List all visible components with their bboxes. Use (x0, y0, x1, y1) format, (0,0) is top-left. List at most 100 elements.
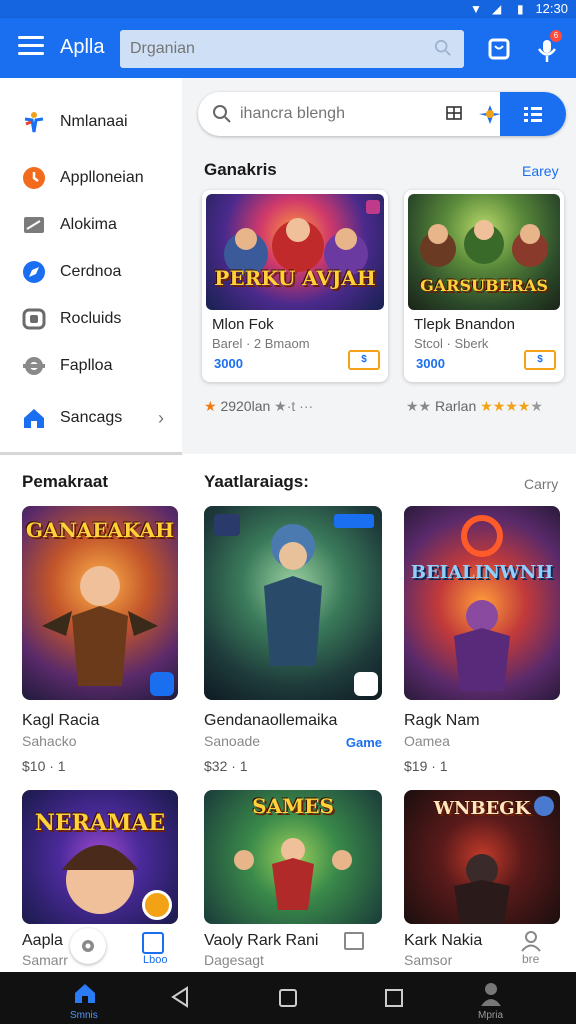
profile-icon[interactable] (480, 982, 502, 1006)
game-tile[interactable]: BEIALINWNH Ragk Nam Oamea $19 · 1 (404, 506, 560, 776)
share-corner-icon[interactable] (354, 672, 378, 696)
popular-left-title: Pemakraat (22, 472, 109, 491)
library-tab-label: Lboo (143, 954, 168, 966)
download-corner-icon[interactable] (150, 672, 174, 696)
recents-icon[interactable] (384, 988, 404, 1008)
featured-game-art-title: GARSUBERAS (420, 276, 548, 295)
user-icon[interactable] (520, 930, 542, 952)
drawer-item-label: Faplloa (60, 357, 113, 374)
featured-game-name: Tlepk Bnandon (414, 316, 515, 333)
clock-text: 12:30 (535, 1, 568, 16)
controller-icon[interactable] (478, 103, 502, 125)
price-tag-icon[interactable]: $ (348, 350, 380, 370)
fab-button[interactable] (70, 928, 106, 964)
clock-orange-icon (23, 167, 45, 189)
drawer-item-alokima[interactable]: Alokima (0, 203, 182, 249)
featured-card[interactable]: GARSUBERAS Tlepk Bnandon Stcol · Sberk 3… (404, 190, 564, 382)
top-search-input[interactable] (130, 36, 430, 62)
app-title: Aplla (60, 36, 105, 58)
featured-card[interactable]: PERKU AVJAH Mlon Fok Barel · 2 Bmaom 300… (202, 190, 388, 382)
filter-button[interactable] (500, 92, 566, 136)
navigation-drawer: Nmlanaai Applloneian Alokima Cerdnoa Roc… (0, 78, 182, 454)
drawer-item-nmlanaai[interactable]: Nmlanaai (0, 100, 182, 146)
library-icon[interactable] (142, 932, 164, 954)
popular-section-title: Yaatlaraiags: (204, 472, 309, 491)
drawer-item-label: Applloneian (60, 169, 144, 186)
search-icon (213, 105, 231, 123)
featured-game-art: PERKU AVJAH (206, 194, 384, 310)
rating-count: 2920lan (220, 398, 271, 414)
list-icon[interactable] (344, 932, 364, 950)
game-name: Vaoly Rark Rani (204, 932, 319, 949)
people-icon: ★★ (406, 398, 432, 414)
game-name: Kagl Racia (22, 712, 100, 729)
drawer-item-rocluids[interactable]: Rocluids (0, 297, 182, 343)
game-art (204, 506, 382, 700)
game-art-title: NERAMAE (34, 810, 166, 836)
grid-view-icon[interactable] (446, 106, 462, 120)
signal-icon: ◢ (492, 2, 502, 16)
home-nav-label: Smnis (70, 1010, 98, 1021)
game-developer: Sahacko (22, 733, 77, 749)
game-name: Ragk Nam (404, 712, 480, 729)
drawer-item-sancags[interactable]: Sancags › (0, 396, 182, 442)
game-price: $32 · 1 (204, 758, 248, 774)
game-tile[interactable]: Gendanaollemaika Sanoade Game $32 · 1 (204, 506, 382, 776)
game-art-title: WNBEGK (433, 798, 531, 819)
menu-icon[interactable] (18, 36, 44, 58)
drawer-item-applloneian[interactable]: Applloneian (0, 156, 182, 202)
battery-icon: ▮ (517, 2, 524, 16)
game-name: Gendanaollemaika (204, 712, 338, 729)
drawer-item-label: Sancags (60, 409, 123, 426)
featured-game-name: Mlon Fok (212, 316, 274, 333)
featured-game-art-title: PERKU AVJAH (214, 266, 376, 290)
microphone-icon[interactable]: 6 (534, 30, 562, 62)
game-art: GANAEAKAH (22, 506, 178, 700)
gear-icon (82, 940, 94, 952)
featured-game-art: GARSUBERAS (408, 194, 560, 310)
star-rating-icon: ★★★★ (480, 398, 531, 414)
gear-blob-icon (23, 357, 45, 375)
drawer-item-label: Nmlanaai (60, 113, 128, 130)
game-tile[interactable]: GANAEAKAH Kagl Racia Sahacko $10 · 1 (22, 506, 178, 776)
price-tag-icon[interactable]: $ (524, 350, 556, 370)
rating-label: Rarlan (435, 398, 477, 414)
home-icon[interactable] (74, 982, 96, 1004)
drawer-item-cerdnoa[interactable]: Cerdnoa (0, 250, 182, 296)
game-search-input[interactable] (240, 102, 440, 126)
drawer-item-label: Rocluids (60, 310, 122, 327)
featured-game-price: 3000 (416, 356, 445, 371)
profile-nav-label: Mpria (478, 1010, 504, 1021)
game-art-title: SAMES (252, 794, 334, 818)
wifi-icon: ▼ (470, 2, 482, 16)
game-art: NERAMAE (22, 790, 178, 924)
game-developer: Dagesagt (204, 952, 264, 968)
bag-icon[interactable] (486, 36, 512, 62)
game-category-tag[interactable]: Game (346, 735, 382, 750)
notification-badge: 6 (550, 30, 562, 42)
compass-icon (23, 261, 45, 283)
game-developer: Oamea (404, 733, 450, 749)
game-name: Kark Nakia (404, 932, 483, 949)
play-badge-icon[interactable] (142, 890, 172, 920)
game-art-title: BEIALINWNH (410, 562, 554, 583)
rating-row-left: ★ 2920lan ★·t ··· (204, 398, 313, 415)
game-art: SAMES (204, 790, 382, 924)
game-developer: Samarr (22, 952, 68, 968)
game-price: $19 · 1 (404, 758, 448, 774)
game-name: Aapla (22, 932, 63, 949)
game-developer: Samsor (404, 952, 453, 968)
featured-see-all-link[interactable]: Earey (522, 163, 559, 179)
game-art-title: GANAEAKAH (25, 518, 175, 542)
back-icon[interactable] (170, 986, 190, 1008)
overview-icon[interactable] (278, 988, 298, 1008)
featured-game-price: 3000 (214, 356, 243, 371)
app-bar: Aplla 6 (0, 18, 576, 78)
chevron-right-icon: › (158, 408, 164, 428)
popular-see-all-link[interactable]: Carry (524, 476, 558, 492)
drawer-item-faplloa[interactable]: Faplloa (0, 344, 182, 390)
game-art: BEIALINWNH (404, 506, 560, 700)
home-icon (24, 409, 44, 428)
game-search-bar[interactable] (198, 92, 566, 136)
top-search-box[interactable] (120, 30, 464, 68)
